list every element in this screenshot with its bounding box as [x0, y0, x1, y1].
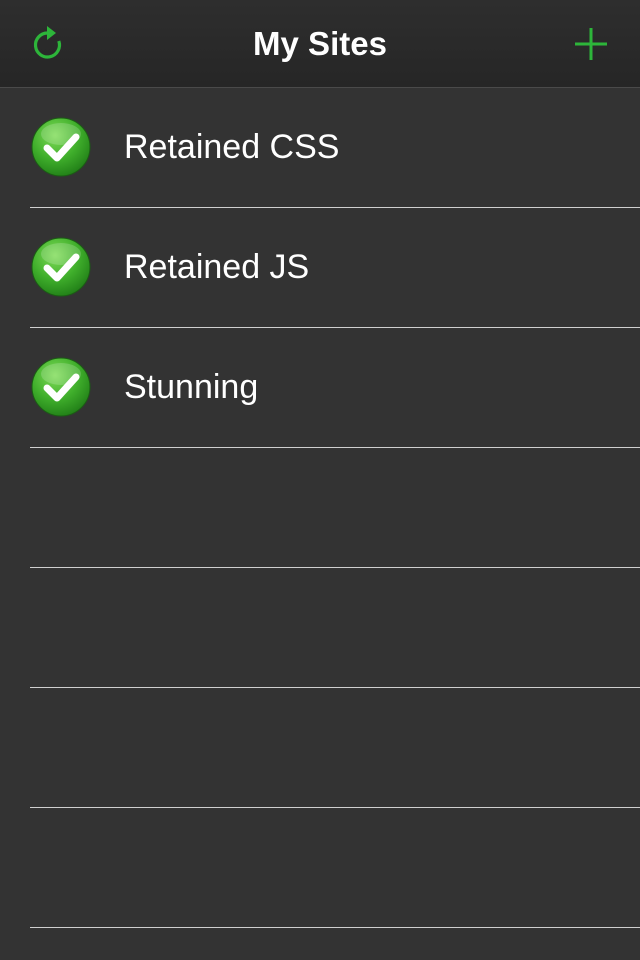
site-row-stunning[interactable]: Stunning	[0, 328, 640, 448]
check-circle-icon	[30, 236, 92, 298]
empty-row	[0, 808, 640, 928]
sites-list: Retained CSS Retained JS Stunning	[0, 88, 640, 928]
site-name: Stunning	[124, 368, 259, 406]
site-row-retained-js[interactable]: Retained JS	[0, 208, 640, 328]
site-name: Retained CSS	[124, 128, 340, 166]
check-circle-icon	[30, 356, 92, 418]
page-title: My Sites	[253, 25, 387, 62]
site-row-retained-css[interactable]: Retained CSS	[0, 88, 640, 208]
empty-row	[0, 688, 640, 808]
empty-row	[0, 568, 640, 688]
check-circle-icon	[30, 116, 92, 178]
empty-row	[0, 448, 640, 568]
site-name: Retained JS	[124, 248, 310, 286]
plus-icon	[566, 20, 616, 70]
add-site-button[interactable]	[566, 20, 616, 70]
navigation-bar: My Sites	[0, 0, 640, 88]
